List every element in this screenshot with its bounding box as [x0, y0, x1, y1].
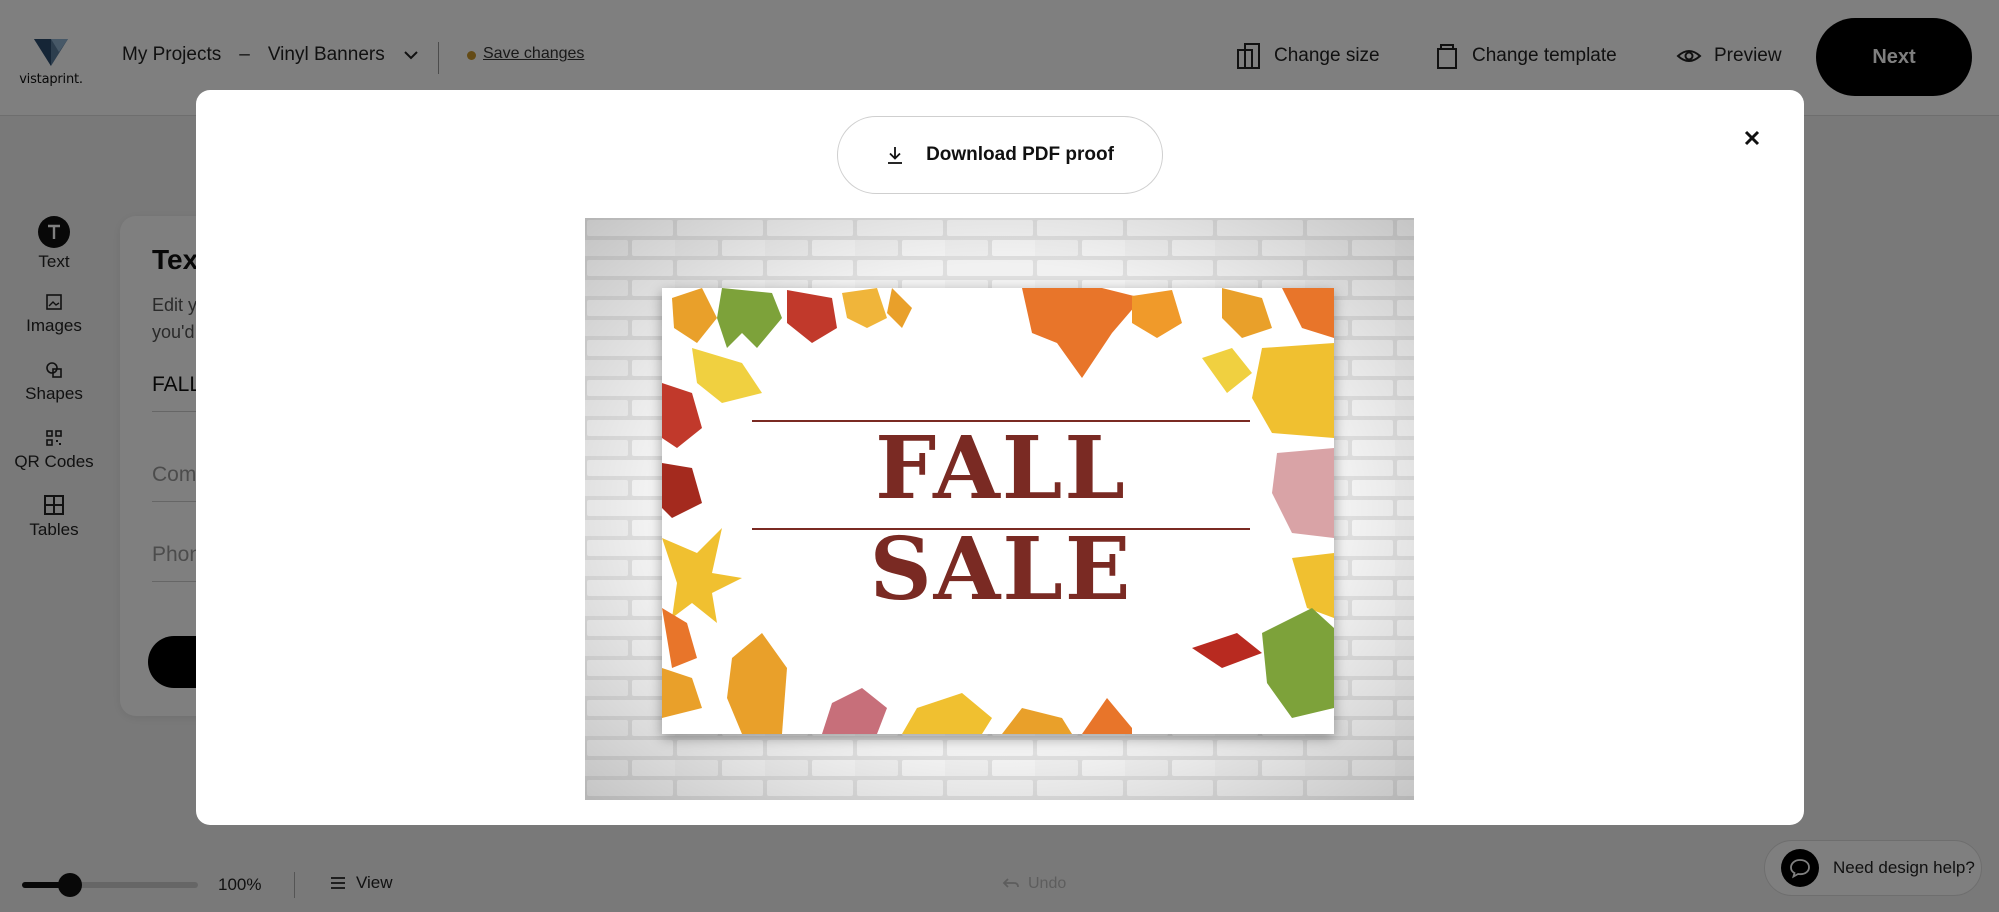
banner-title: FALL SALE [869, 418, 1133, 620]
download-icon [888, 147, 903, 164]
close-icon [1744, 130, 1760, 146]
banner-bottom-rule [752, 528, 1250, 530]
close-modal-button[interactable] [1736, 122, 1768, 154]
download-pdf-proof-label: Download PDF proof [926, 144, 1114, 165]
banner-proof: FALL SALE [662, 288, 1334, 734]
download-pdf-proof-button[interactable]: Download PDF proof [837, 116, 1163, 194]
